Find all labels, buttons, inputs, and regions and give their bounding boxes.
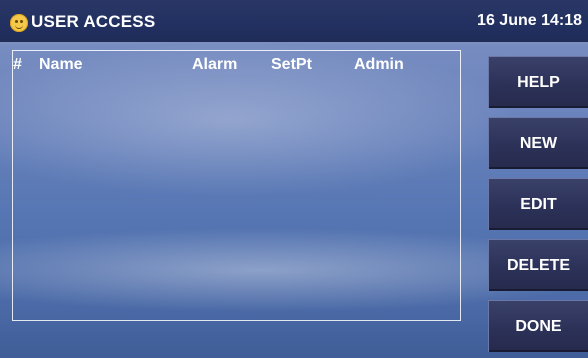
edit-button[interactable]: EDIT	[488, 178, 588, 230]
column-header-name: Name	[39, 56, 83, 73]
smiley-icon	[10, 14, 28, 32]
column-header-setpt: SetPt	[271, 56, 312, 73]
date-time: 16 June 14:18	[477, 12, 582, 29]
new-button[interactable]: NEW	[488, 117, 588, 169]
done-button[interactable]: DONE	[488, 300, 588, 352]
column-header-admin: Admin	[354, 56, 404, 73]
user-access-screen: USER ACCESS 16 June 14:18 # Name Alarm S…	[0, 0, 588, 358]
column-header-number: #	[13, 56, 22, 73]
smiley-mouth	[15, 24, 23, 29]
smiley-right-eye	[20, 20, 23, 23]
user-list[interactable]	[12, 50, 461, 321]
column-header-alarm: Alarm	[192, 56, 238, 73]
title-bar: USER ACCESS 16 June 14:18	[0, 0, 588, 44]
screen-title: USER ACCESS	[31, 12, 156, 31]
smiley-left-eye	[15, 20, 18, 23]
help-button[interactable]: HELP	[488, 56, 588, 108]
delete-button[interactable]: DELETE	[488, 239, 588, 291]
